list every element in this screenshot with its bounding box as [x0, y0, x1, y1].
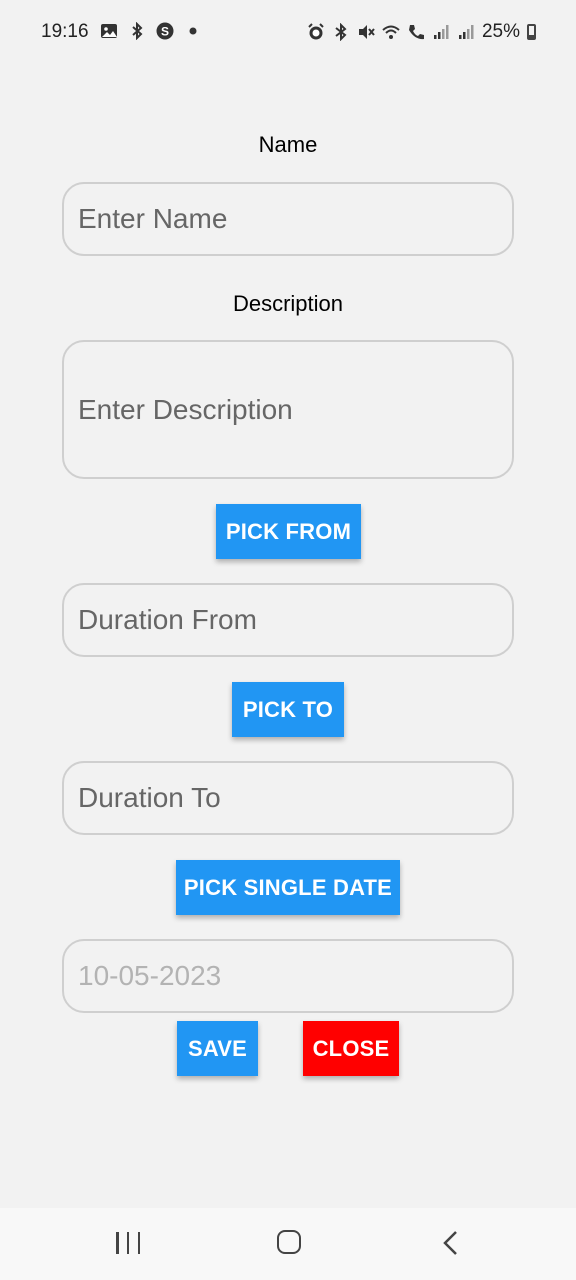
- description-label: Description: [232, 291, 344, 316]
- battery-icon: [527, 24, 536, 40]
- recent-apps-icon[interactable]: [116, 1232, 140, 1254]
- skype-icon: S: [156, 22, 174, 40]
- signal-icon: [458, 25, 474, 39]
- duration-from-input[interactable]: Duration From: [62, 583, 514, 657]
- alarm-icon: [308, 23, 324, 40]
- dot-icon: [189, 27, 197, 35]
- status-right-icons: 25%: [307, 21, 536, 43]
- pick-from-button[interactable]: PICK FROM: [216, 504, 361, 559]
- status-bar: 19:16 S 25%: [0, 0, 576, 66]
- status-left-icons: S: [100, 22, 202, 40]
- svg-text:S: S: [161, 25, 169, 39]
- wifi-icon: [382, 25, 400, 39]
- battery-level: 25%: [481, 21, 520, 42]
- bluetooth-icon: [132, 22, 143, 40]
- call-icon: [408, 25, 424, 40]
- pick-to-button[interactable]: PICK TO: [232, 682, 344, 737]
- duration-to-input[interactable]: Duration To: [62, 761, 514, 835]
- name-label: Name: [258, 132, 318, 157]
- mute-icon: [358, 25, 375, 39]
- status-time: 19:16: [41, 21, 89, 42]
- save-button[interactable]: SAVE: [177, 1021, 258, 1076]
- gallery-icon: [101, 24, 117, 38]
- signal-icon: [433, 25, 449, 39]
- home-icon[interactable]: [277, 1230, 301, 1254]
- description-input[interactable]: Enter Description: [62, 340, 514, 479]
- navigation-bar: [0, 1208, 576, 1280]
- bluetooth-icon: [335, 23, 347, 41]
- back-icon[interactable]: [440, 1230, 460, 1256]
- single-date-field[interactable]: 10-05-2023: [62, 939, 514, 1013]
- name-input[interactable]: Enter Name: [62, 182, 514, 256]
- pick-single-date-button[interactable]: PICK SINGLE DATE: [176, 860, 400, 915]
- close-button[interactable]: CLOSE: [303, 1021, 399, 1076]
